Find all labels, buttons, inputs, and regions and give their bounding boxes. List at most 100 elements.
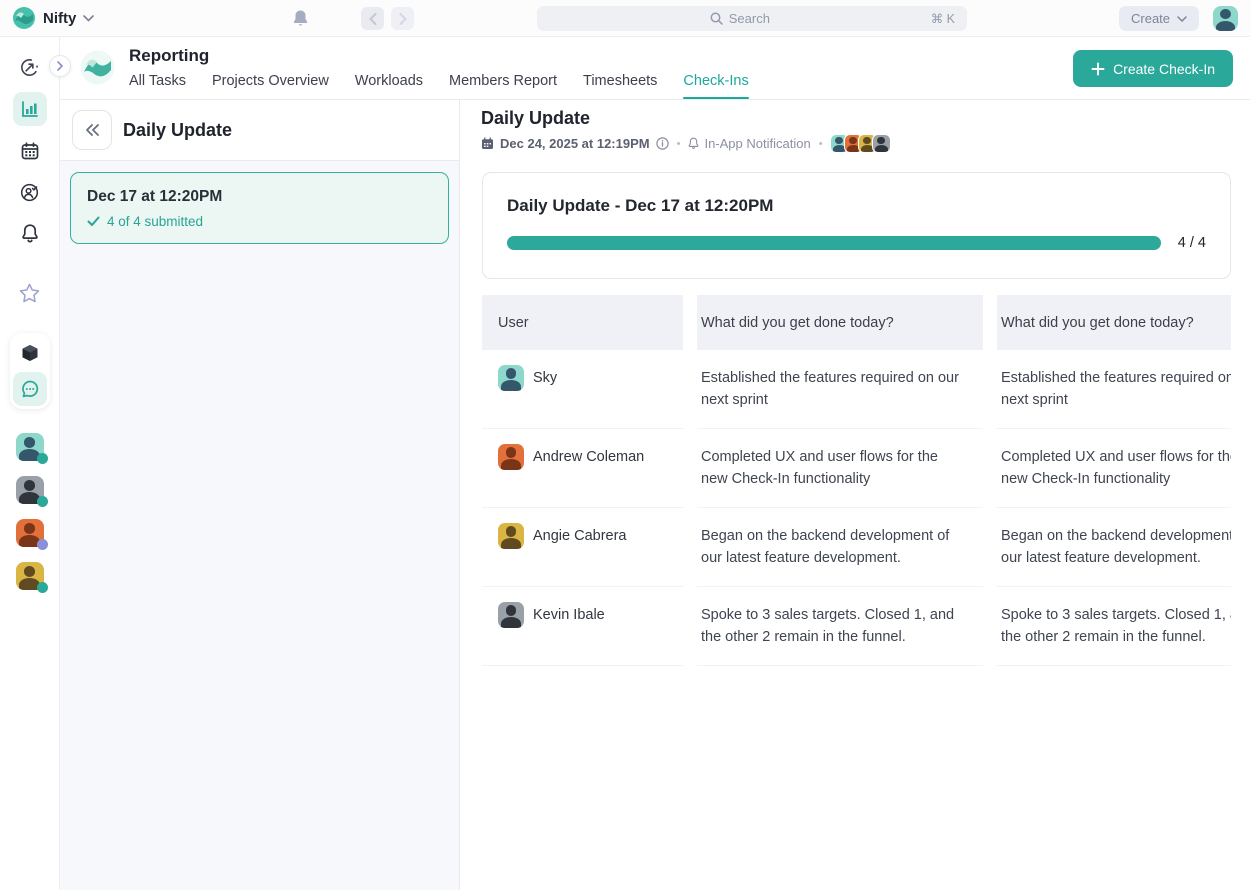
participant-avatar [873,135,890,152]
search-shortcut: ⌘ K [931,11,955,26]
answer-cell: Began on the backend development of our … [697,508,983,587]
table-row: Angie Cabrera Began on the backend develo… [482,508,1231,587]
user-avatar[interactable] [1213,6,1238,31]
topbar: Nifty Search ⌘ K Create [0,0,1250,37]
target-arrow-icon[interactable] [13,50,47,84]
tab-workloads[interactable]: Workloads [355,73,423,99]
table-header-row: User What did you get done today? What did… [482,295,1231,350]
check-in-list-panel: Daily Update Dec 17 at 12:20PM 4 of 4 su… [60,100,460,890]
answer-cell: Established the features required on our… [997,350,1231,429]
check-in-detail: Daily Update Dec 24, 2025 at 12:19PM • I… [460,100,1250,890]
team-avatars [16,433,44,590]
tab-timesheets[interactable]: Timesheets [583,73,657,99]
detail-meta: Dec 24, 2025 at 12:19PM • In-App Notific… [481,135,890,152]
chat-icon[interactable] [13,372,47,406]
project-logo-icon [79,49,116,86]
status-dot [37,539,48,550]
user-cell: Sky [482,350,683,429]
user-avatar [498,602,524,628]
progress-bar [507,236,1161,250]
report-tabs: All Tasks Projects Overview Workloads Membe… [129,73,749,99]
sidebar-user-avatar[interactable] [16,562,44,590]
page-header: Reporting All Tasks Projects Overview Work… [60,37,1250,100]
panel-header: Daily Update [60,100,459,161]
nav-forward-button[interactable] [391,7,414,30]
user-name: Kevin Ibale [533,602,605,628]
user-cell: Angie Cabrera [482,508,683,587]
status-dot [37,582,48,593]
user-name: Andrew Coleman [533,444,644,470]
notifications-bell-icon[interactable] [292,9,309,27]
chevron-down-icon [83,15,94,22]
nifty-logo-icon [12,6,36,30]
check-in-status: 4 of 4 submitted [87,214,432,229]
search-icon [710,12,723,25]
status-dot [37,453,48,464]
user-cell: Kevin Ibale [482,587,683,666]
user-avatar [498,444,524,470]
sidebar-user-avatar[interactable] [16,476,44,504]
answer-cell: Completed UX and user flows for the new … [997,429,1231,508]
progress-label: 4 / 4 [1178,235,1206,251]
check-in-list-item[interactable]: Dec 17 at 12:20PM 4 of 4 submitted [70,172,449,244]
create-menu-label: Create [1131,11,1170,26]
user-name: Angie Cabrera [533,523,627,549]
table-row: Andrew Coleman Completed UX and user flow… [482,429,1231,508]
calendar-small-icon [481,137,494,150]
user-avatar [498,365,524,391]
workspace-switcher[interactable]: Nifty [12,6,94,30]
sidebar-user-avatar[interactable] [16,433,44,461]
page-title: Reporting [129,46,209,66]
column-header-question: What did you get done today? [697,295,983,350]
answer-cell: Began on the backend development of our … [997,508,1231,587]
calendar-icon[interactable] [13,134,47,168]
tab-check-ins[interactable]: Check-Ins [683,73,748,99]
column-header-user: User [482,295,683,350]
cube-icon[interactable] [13,336,47,370]
summary-title: Daily Update - Dec 17 at 12:20PM [507,196,1206,216]
tab-projects-overview[interactable]: Projects Overview [212,73,329,99]
check-icon [87,216,100,227]
info-icon[interactable] [656,137,669,150]
tab-members-report[interactable]: Members Report [449,73,557,99]
collapse-panel-button[interactable] [72,110,112,150]
tab-all-tasks[interactable]: All Tasks [129,73,186,99]
dot-separator: • [819,138,823,150]
answer-cell: Spoke to 3 sales targets. Closed 1, and … [997,587,1231,666]
dot-separator: • [677,138,681,150]
create-check-in-button[interactable]: Create Check-In [1073,50,1233,87]
answer-cell: Spoke to 3 sales targets. Closed 1, and … [697,587,983,666]
detail-date-text: Dec 24, 2025 at 12:19PM [500,136,650,151]
plus-icon [1091,62,1105,76]
participant-avatars [831,135,890,152]
nav-back-button[interactable] [361,7,384,30]
table-row: Kevin Ibale Spoke to 3 sales targets. Clo… [482,587,1231,666]
member-check-icon[interactable] [13,175,47,209]
detail-title: Daily Update [481,108,590,129]
sidebar-user-avatar[interactable] [16,519,44,547]
user-name: Sky [533,365,557,391]
answer-cell: Completed UX and user flows for the new … [697,429,983,508]
bell-small-icon [688,137,699,150]
responses-table: User What did you get done today? What did… [482,295,1231,666]
notification-type-label: In-App Notification [704,136,810,151]
search-input[interactable]: Search ⌘ K [537,6,967,31]
column-header-question: What did you get done today? [997,295,1231,350]
reports-bar-chart-icon[interactable] [13,92,47,126]
table-row: Sky Established the features required on … [482,350,1231,429]
bell-icon[interactable] [13,216,47,250]
expand-panel-button[interactable] [49,55,71,77]
create-check-in-label: Create Check-In [1113,61,1215,77]
check-in-date: Dec 17 at 12:20PM [87,188,432,206]
app-sidebar [0,37,60,890]
user-cell: Andrew Coleman [482,429,683,508]
search-placeholder: Search [729,11,770,26]
detail-date: Dec 24, 2025 at 12:19PM [481,136,669,151]
star-icon[interactable] [13,276,47,310]
create-menu-button[interactable]: Create [1119,6,1199,31]
apps-dock [10,333,50,409]
panel-title: Daily Update [123,120,232,141]
notification-type: In-App Notification [688,136,810,151]
check-in-list: Dec 17 at 12:20PM 4 of 4 submitted [60,161,459,255]
user-avatar [498,523,524,549]
